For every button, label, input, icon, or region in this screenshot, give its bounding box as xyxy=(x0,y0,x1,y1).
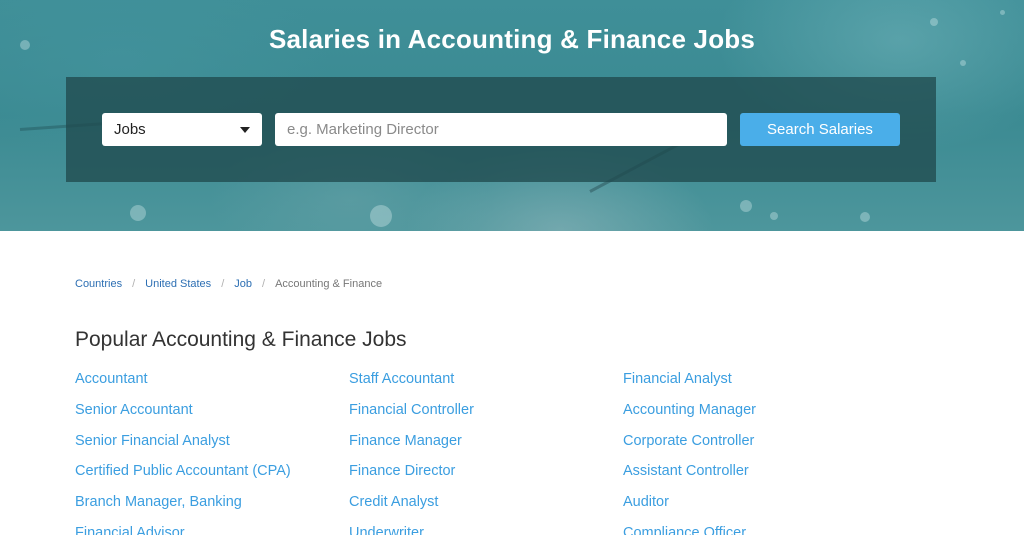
breadcrumb-separator: / xyxy=(221,278,225,290)
job-link[interactable]: Branch Manager, Banking xyxy=(75,492,349,523)
search-input[interactable] xyxy=(275,113,727,146)
search-salaries-button[interactable]: Search Salaries xyxy=(740,113,900,146)
breadcrumb-link-job[interactable]: Job xyxy=(234,278,252,290)
job-link[interactable]: Accountant xyxy=(75,369,349,400)
bokeh-dot xyxy=(740,200,752,212)
job-link[interactable]: Corporate Controller xyxy=(623,431,897,462)
bokeh-dot xyxy=(960,60,966,66)
job-link[interactable]: Certified Public Accountant (CPA) xyxy=(75,461,349,492)
job-link[interactable]: Staff Accountant xyxy=(349,369,623,400)
job-link[interactable]: Senior Financial Analyst xyxy=(75,431,349,462)
breadcrumb: Countries / United States / Job / Accoun… xyxy=(75,278,382,290)
section-title: Popular Accounting & Finance Jobs xyxy=(75,328,407,351)
breadcrumb-separator: / xyxy=(132,278,136,290)
bokeh-dot xyxy=(130,205,146,221)
category-select[interactable]: Jobs xyxy=(102,113,262,146)
bokeh-dot xyxy=(860,212,870,222)
breadcrumb-link-countries[interactable]: Countries xyxy=(75,278,122,290)
bokeh-dot xyxy=(370,205,392,227)
breadcrumb-link-united-states[interactable]: United States xyxy=(145,278,211,290)
breadcrumb-current: Accounting & Finance xyxy=(275,278,383,290)
bokeh-dot xyxy=(1000,10,1005,15)
caret-down-icon xyxy=(240,126,250,133)
search-panel: Jobs Search Salaries xyxy=(66,77,936,182)
popular-jobs-list: Accountant Staff Accountant Financial An… xyxy=(75,369,955,535)
job-link[interactable]: Finance Manager xyxy=(349,431,623,462)
job-link[interactable]: Financial Controller xyxy=(349,400,623,431)
job-link[interactable]: Financial Analyst xyxy=(623,369,897,400)
job-link[interactable]: Underwriter xyxy=(349,523,623,535)
job-link[interactable]: Finance Director xyxy=(349,461,623,492)
job-link[interactable]: Credit Analyst xyxy=(349,492,623,523)
job-link[interactable]: Accounting Manager xyxy=(623,400,897,431)
job-link[interactable]: Financial Advisor xyxy=(75,523,349,535)
category-select-value: Jobs xyxy=(114,121,146,138)
job-link[interactable]: Assistant Controller xyxy=(623,461,897,492)
hero-banner: Salaries in Accounting & Finance Jobs Jo… xyxy=(0,0,1024,231)
job-link[interactable]: Auditor xyxy=(623,492,897,523)
page-title: Salaries in Accounting & Finance Jobs xyxy=(268,24,756,54)
bokeh-dot xyxy=(770,212,778,220)
job-link[interactable]: Compliance Officer xyxy=(623,523,897,535)
breadcrumb-separator: / xyxy=(262,278,266,290)
job-link[interactable]: Senior Accountant xyxy=(75,400,349,431)
